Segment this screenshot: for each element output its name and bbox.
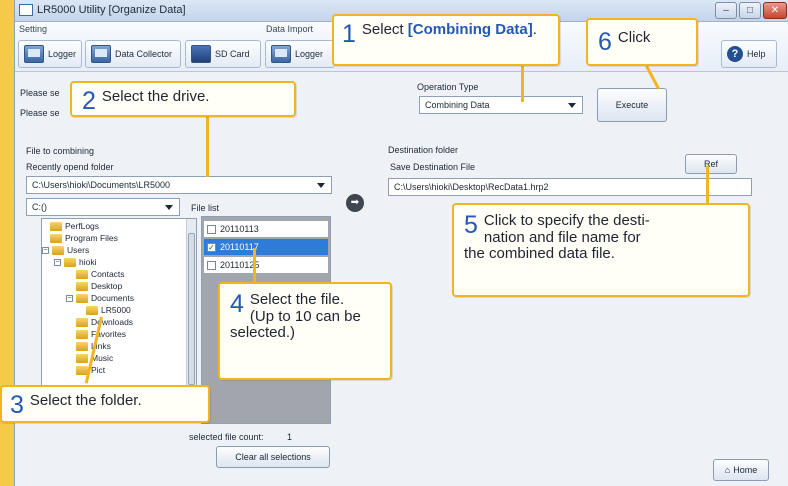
data-collector-icon: [91, 45, 111, 63]
drive-select[interactable]: C:(): [26, 198, 180, 216]
selected-count-label: selected file count:: [189, 432, 264, 442]
tree-item-music[interactable]: Music: [76, 353, 113, 363]
folder-icon: [76, 281, 88, 291]
home-button[interactable]: ⌂ Home: [713, 459, 769, 481]
file-to-combining-label: File to combining: [26, 146, 95, 156]
window-title: LR5000 Utility [Organize Data]: [37, 4, 186, 16]
file-row-20110125[interactable]: 20110125: [204, 257, 328, 273]
destination-path-field[interactable]: C:\Users\hioki\Desktop\RecData1.hrp2: [388, 178, 752, 196]
help-icon: ?: [727, 46, 743, 62]
file-row-20110117[interactable]: ✓ 20110117: [204, 239, 328, 255]
sd-card-button[interactable]: SD Card: [185, 40, 261, 68]
folder-icon: [50, 233, 62, 243]
callout-step-4: 4 Select the file. (Up to 10 can be sele…: [218, 282, 392, 380]
execute-button[interactable]: Execute: [597, 88, 667, 122]
callout-5-number: 5: [464, 211, 478, 239]
tree-scrollbar[interactable]: [186, 219, 196, 411]
collapse-icon[interactable]: −: [42, 246, 49, 254]
tree-item-program-files[interactable]: Program Files: [50, 233, 118, 243]
callout-step-5: 5 Click to specify the desti- nation and…: [452, 203, 750, 297]
clear-all-selections-button[interactable]: Clear all selections: [216, 446, 330, 468]
callout-6-number: 6: [598, 28, 612, 56]
data-import-group-label: Data Import: [266, 24, 314, 34]
callout-step-2: 2 Select the drive.: [70, 81, 296, 117]
instruction-text-1: Please se: [20, 88, 60, 98]
operation-type-label: Operation Type: [417, 82, 479, 92]
callout-3-number: 3: [10, 391, 24, 419]
collapse-icon[interactable]: −: [54, 258, 61, 266]
import-logger-button[interactable]: Logger: [265, 40, 335, 68]
maximize-button[interactable]: □: [739, 2, 761, 19]
file-checkbox[interactable]: [207, 224, 216, 234]
chevron-down-icon: [568, 103, 576, 108]
callout-2-number: 2: [82, 87, 96, 115]
setting-logger-button[interactable]: Logger: [18, 40, 82, 68]
callout-2-leader: [206, 115, 209, 177]
selected-count-value: 1: [287, 432, 293, 442]
app-icon: [19, 4, 33, 16]
callout-4-number: 4: [230, 290, 244, 318]
callout-step-6: 6 Click: [586, 18, 698, 66]
recent-folder-label: Recently opend folder: [26, 162, 114, 172]
folder-tree[interactable]: PerfLogs Program Files − Users − hioki Con…: [41, 218, 197, 412]
callout-step-1: 1 Select [Combining Data].: [332, 14, 560, 66]
collapse-icon[interactable]: −: [66, 294, 73, 302]
folder-icon: [76, 317, 88, 327]
tree-item-lr5000[interactable]: LR5000: [86, 305, 131, 315]
recent-folder-select[interactable]: C:\Users\hioki\Documents\LR5000: [26, 176, 332, 194]
callout-1-leader: [521, 64, 524, 102]
callout-4-leader: [253, 248, 256, 284]
setting-group-label: Setting: [19, 24, 48, 34]
tree-item-hioki[interactable]: − hioki: [54, 257, 96, 267]
ref-button[interactable]: Ref: [685, 154, 737, 174]
folder-icon: [76, 353, 88, 363]
data-collector-button[interactable]: Data Collector: [85, 40, 181, 68]
help-button[interactable]: ? Help: [721, 40, 777, 68]
tree-item-desktop[interactable]: Desktop: [76, 281, 122, 291]
folder-icon: [52, 245, 64, 255]
minimize-button[interactable]: –: [715, 2, 737, 19]
folder-icon: [76, 329, 88, 339]
tree-item-users[interactable]: − Users: [42, 245, 89, 255]
folder-icon: [86, 305, 98, 315]
tree-item-contacts[interactable]: Contacts: [76, 269, 125, 279]
instruction-text-2: Please se: [20, 108, 60, 118]
folder-icon: [76, 341, 88, 351]
file-row-20110113[interactable]: 20110113: [204, 221, 328, 237]
tree-item-documents[interactable]: − Documents: [66, 293, 134, 303]
destination-folder-label: Destination folder: [388, 145, 459, 155]
tree-scroll-thumb[interactable]: [188, 233, 195, 385]
callout-step-3: 3 Select the folder.: [0, 385, 210, 423]
file-list-label: File list: [191, 203, 220, 213]
chevron-down-icon: [317, 183, 325, 188]
tree-item-favorites[interactable]: Favorites: [76, 329, 126, 339]
file-checkbox[interactable]: [207, 260, 216, 270]
folder-icon: [50, 221, 62, 231]
chevron-down-icon: [165, 205, 173, 210]
callout-5-leader: [706, 166, 709, 206]
close-button[interactable]: ✕: [763, 2, 787, 19]
arrow-right-icon: ➡: [346, 194, 364, 212]
folder-icon: [64, 257, 76, 267]
logger-icon: [24, 45, 44, 63]
logger-import-icon: [271, 45, 291, 63]
tree-item-downloads[interactable]: Downloads: [76, 317, 133, 327]
file-checkbox[interactable]: ✓: [207, 242, 216, 252]
folder-icon: [76, 269, 88, 279]
save-destination-label: Save Destination File: [390, 162, 476, 172]
folder-icon: [76, 293, 88, 303]
home-icon: ⌂: [724, 465, 731, 475]
callout-1-number: 1: [342, 20, 356, 48]
tree-item-perflogs[interactable]: PerfLogs: [50, 221, 99, 231]
operation-type-select[interactable]: Combining Data: [419, 96, 583, 114]
sd-card-icon: [191, 45, 211, 63]
